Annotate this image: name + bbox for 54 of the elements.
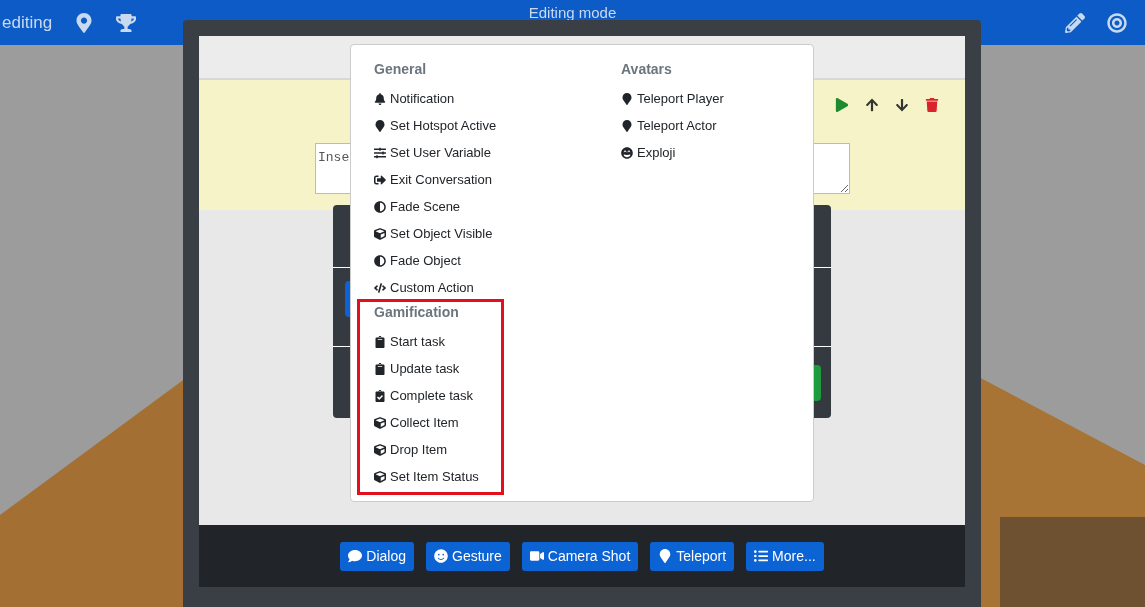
clipboard-check-icon bbox=[374, 389, 386, 402]
cube-icon bbox=[374, 443, 386, 456]
action-button[interactable]: More... bbox=[746, 541, 824, 571]
code-icon bbox=[374, 281, 386, 294]
map-marker-icon bbox=[658, 549, 673, 563]
menu-item[interactable]: Exit Conversation bbox=[374, 166, 598, 193]
exit-icon bbox=[374, 173, 386, 186]
speech-bubble-icon bbox=[348, 549, 363, 563]
video-camera-icon bbox=[529, 549, 544, 563]
play-icon[interactable] bbox=[835, 98, 849, 112]
smiley-icon bbox=[434, 549, 448, 563]
grin-icon bbox=[621, 146, 633, 159]
map-marker-icon bbox=[374, 119, 386, 132]
menu-item[interactable]: Set User Variable bbox=[374, 139, 598, 166]
menu-item[interactable]: Custom Action bbox=[374, 274, 598, 301]
arrow-up-icon[interactable] bbox=[865, 98, 879, 112]
trash-icon[interactable] bbox=[925, 98, 939, 112]
menu-item[interactable]: Teleport Player bbox=[621, 85, 813, 112]
map-marker-icon bbox=[621, 92, 633, 105]
sliders-icon bbox=[374, 146, 386, 159]
menu-heading: General bbox=[374, 60, 428, 79]
menu-item[interactable]: Set Object Visible bbox=[374, 220, 598, 247]
cube-icon bbox=[374, 470, 386, 483]
mode-label: editing bbox=[2, 12, 53, 33]
arrow-down-icon[interactable] bbox=[895, 98, 909, 112]
menu-item[interactable]: Update task bbox=[374, 355, 479, 382]
edit-icon[interactable] bbox=[1065, 12, 1085, 33]
action-button[interactable]: Camera Shot bbox=[521, 541, 639, 571]
map-marker-icon bbox=[621, 119, 633, 132]
clipboard-icon bbox=[374, 362, 386, 375]
menu-item[interactable]: Fade Scene bbox=[374, 193, 598, 220]
bell-icon bbox=[374, 92, 386, 105]
cube-icon bbox=[374, 416, 386, 429]
menu-item[interactable]: Fade Object bbox=[374, 247, 598, 274]
trophy-icon[interactable] bbox=[116, 12, 137, 33]
action-button[interactable]: Teleport bbox=[650, 541, 735, 571]
window-title: Editing mode bbox=[528, 4, 617, 21]
menu-item[interactable]: Complete task bbox=[374, 382, 479, 409]
clipboard-icon bbox=[374, 335, 386, 348]
action-button[interactable]: Gesture bbox=[426, 541, 510, 571]
menu-item[interactable]: Collect Item bbox=[374, 409, 479, 436]
menu-item[interactable]: Set Hotspot Active bbox=[374, 112, 598, 139]
menu-item[interactable]: Start task bbox=[374, 328, 479, 355]
menu-item[interactable]: Notification bbox=[374, 85, 598, 112]
menu-item[interactable]: Set Item Status bbox=[374, 463, 479, 490]
menu-item[interactable]: Exploji bbox=[621, 139, 813, 166]
menu-heading: Gamification bbox=[374, 303, 460, 322]
menu-heading: Avatars bbox=[621, 60, 673, 79]
cube-icon bbox=[374, 227, 386, 240]
menu-item[interactable]: Drop Item bbox=[374, 436, 479, 463]
target-icon[interactable] bbox=[1107, 12, 1127, 33]
action-button[interactable]: Dialog bbox=[340, 541, 414, 571]
list-icon bbox=[754, 549, 769, 563]
menu-item[interactable]: Teleport Actor bbox=[621, 112, 813, 139]
